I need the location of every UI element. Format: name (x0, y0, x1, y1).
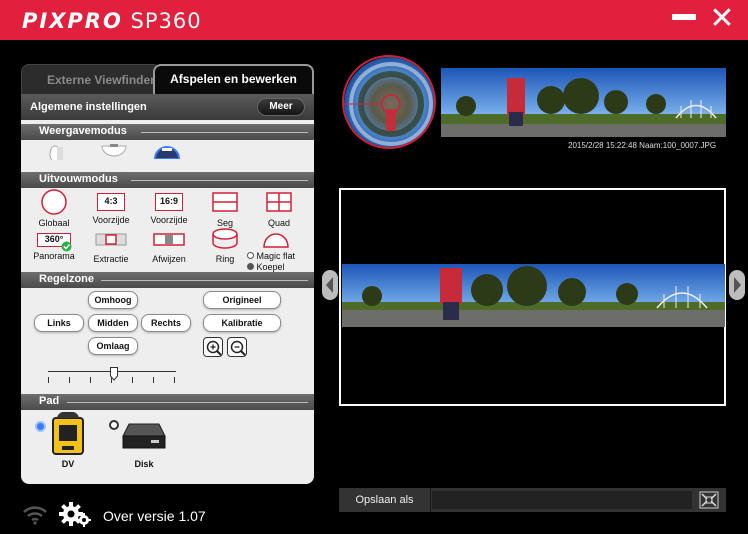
zoom-out-icon[interactable] (227, 337, 247, 357)
calibrate-button[interactable]: Kalibratie (203, 314, 281, 332)
app-logo: PIXPRO SP360 (22, 9, 202, 33)
camera-dv-icon (52, 412, 84, 455)
path-header: Pad (21, 394, 314, 410)
path-disk-label: Disk (134, 459, 154, 469)
slider-thumb[interactable] (110, 367, 118, 381)
dome-mode-icon[interactable] (261, 230, 291, 250)
mode-label: Globaal (38, 218, 70, 228)
panorama-thumb-image (441, 68, 726, 137)
ratio-4-3-icon: 4:3 (97, 193, 125, 211)
hard-disk-icon (122, 423, 166, 449)
left-button[interactable]: Links (34, 314, 84, 332)
more-button[interactable]: Meer (257, 98, 305, 116)
close-button[interactable]: ✕ (708, 4, 736, 34)
up-button[interactable]: Omhoog (88, 291, 138, 309)
radio-selected-icon (247, 263, 254, 270)
view-mode-ceiling-icon[interactable] (101, 144, 127, 160)
logo-brand: PIXPRO (22, 9, 123, 33)
minimize-button[interactable] (672, 14, 696, 20)
view-mode-title: Weergavemodus (39, 125, 127, 137)
ring-mode-icon (212, 228, 238, 249)
extraction-mode-icon (95, 233, 127, 246)
general-settings-bar: Algemene instellingen Meer (21, 94, 314, 120)
unfold-mode-title: Uitvouwmodus (39, 173, 118, 185)
save-bar: Opslaan als (339, 488, 726, 512)
down-button[interactable]: Omlaag (88, 337, 138, 355)
mode-label: Ring (215, 254, 235, 264)
prev-arrow-button[interactable] (322, 270, 338, 300)
mode-front-16-9[interactable]: 16:9 Voorzijde (141, 189, 197, 225)
path-dv-label: DV (61, 459, 75, 469)
path-radio-dv[interactable] (35, 421, 46, 432)
mode-label: Extractie (93, 254, 129, 264)
tab-external-viewfinder[interactable]: Externe Viewfinder (21, 64, 161, 94)
original-button[interactable]: Origineel (203, 291, 281, 309)
mode-label: Panorama (33, 251, 75, 261)
dome-option-koepel[interactable]: Koepel (247, 262, 285, 272)
title-bar: PIXPRO SP360 ✕ (0, 0, 748, 40)
save-path-field[interactable] (432, 491, 692, 509)
fullscreen-icon[interactable] (699, 491, 719, 509)
main-viewer[interactable] (339, 188, 726, 406)
panorama-view-image (342, 264, 725, 327)
mode-label: Voorzijde (92, 215, 130, 225)
mode-extraction[interactable]: Extractie (83, 231, 139, 264)
view-mode-wall-icon[interactable] (49, 144, 71, 160)
view-mode-desk-icon[interactable] (152, 143, 182, 159)
zoom-in-icon[interactable] (203, 337, 223, 357)
ratio-16-9-icon: 16:9 (155, 193, 183, 211)
globe-mode-icon (41, 189, 67, 215)
mode-seg[interactable]: Seg (197, 189, 253, 228)
mode-label: Voorzijde (150, 215, 188, 225)
view-mode-header: Weergavemodus (21, 124, 314, 140)
mode-label: Afwijzen (152, 254, 186, 264)
tab-playback-edit[interactable]: Afspelen en bewerken (153, 64, 314, 94)
path-title: Pad (39, 395, 60, 407)
radio-icon (247, 252, 254, 259)
mode-ring[interactable]: Ring (197, 227, 253, 264)
seg-mode-icon (212, 192, 238, 212)
chevron-right-icon (734, 277, 741, 293)
dome-option-label: Koepel (256, 262, 285, 272)
panorama-view[interactable] (342, 264, 725, 327)
quad-mode-icon (266, 192, 292, 212)
next-arrow-button[interactable] (729, 270, 745, 300)
right-button[interactable]: Rechts (141, 314, 191, 332)
selected-check-icon (61, 241, 72, 252)
panorama-thumbnail[interactable] (441, 68, 726, 137)
panel-body: Algemene instellingen Meer Weergavemodus… (21, 94, 314, 484)
unfold-mode-header: Uitvouwmodus (21, 172, 314, 188)
dome-option-magic-flat[interactable]: Magic flat (247, 251, 295, 261)
path-radio-disk[interactable] (109, 420, 119, 430)
mode-globaal[interactable]: Globaal (26, 189, 82, 228)
center-button[interactable]: Midden (88, 314, 138, 332)
about-version-link[interactable]: Over versie 1.07 (103, 508, 206, 524)
control-panel: Externe Viewfinder Afspelen en bewerken … (21, 64, 314, 484)
fisheye-thumbnail[interactable] (342, 55, 436, 149)
save-as-button[interactable]: Opslaan als (339, 488, 431, 512)
reject-mode-icon (153, 233, 185, 246)
general-settings-title: Algemene instellingen (30, 101, 147, 113)
chevron-left-icon (326, 277, 333, 293)
fisheye-image (344, 57, 434, 147)
dome-option-label: Magic flat (256, 251, 296, 261)
mode-panorama[interactable]: 360° Panorama (26, 231, 82, 261)
mode-reject[interactable]: Afwijzen (141, 231, 197, 264)
wifi-icon[interactable] (22, 503, 48, 525)
control-zone-header: Regelzone (21, 272, 314, 288)
mode-quad[interactable]: Quad (251, 189, 307, 228)
thumbnail-caption: 2015/2/28 15:22:48 Naam:100_0007.JPG (568, 141, 717, 150)
zoom-slider[interactable] (48, 367, 178, 387)
logo-model: SP360 (130, 9, 202, 33)
mode-label: Quad (267, 218, 291, 228)
gear-icon[interactable] (59, 500, 91, 528)
control-zone-title: Regelzone (39, 273, 95, 285)
mode-front-4-3[interactable]: 4:3 Voorzijde (83, 189, 139, 225)
